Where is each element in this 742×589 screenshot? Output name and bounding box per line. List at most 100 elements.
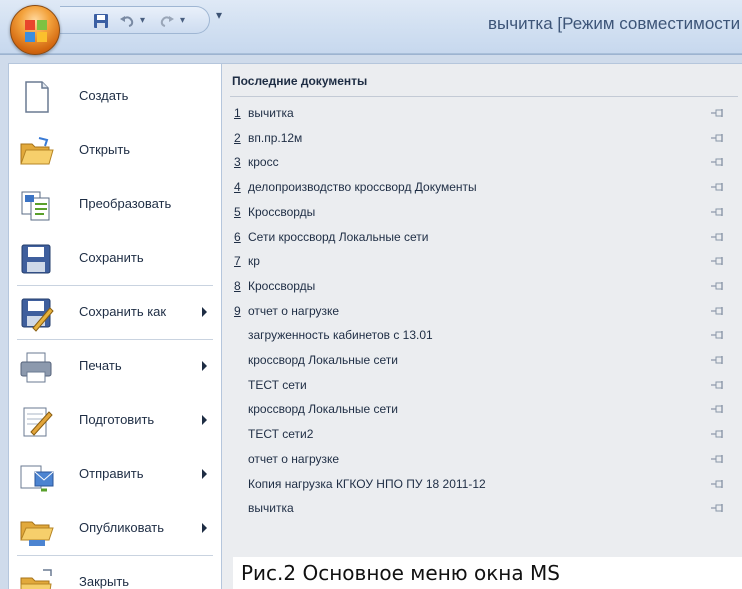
- recent-documents-header: Последние документы: [232, 74, 368, 88]
- recent-document-item[interactable]: 6 Сети кроссворд Локальные сети: [222, 226, 742, 250]
- publish-icon: [20, 521, 54, 546]
- figure-caption: Рис.2 Основное меню окна MS: [233, 557, 742, 589]
- pin-icon[interactable]: [711, 306, 725, 316]
- recent-document-item[interactable]: кроссворд Локальные сети: [222, 349, 742, 373]
- menu-item-publish[interactable]: Опубликовать: [9, 502, 221, 554]
- save-icon[interactable]: [92, 13, 110, 29]
- recent-document-number: 2: [234, 130, 241, 145]
- menu-commands-pane: Создать Открыть Преобразовать Сохранить Сохр…: [8, 63, 222, 589]
- recent-document-name: отчет о нагрузке: [248, 303, 340, 318]
- menu-item-label: Открыть: [79, 142, 131, 157]
- recent-document-name: ТЕСТ сети2: [248, 427, 314, 442]
- recent-document-item[interactable]: 3 кросс: [222, 151, 742, 175]
- customize-toolbar-icon[interactable]: ▾: [216, 8, 222, 22]
- menu-item-save-as[interactable]: Сохранить как: [9, 286, 221, 338]
- menu-item-close-folder[interactable]: Закрыть: [9, 556, 221, 589]
- recent-document-item[interactable]: 4 делопроизводство кроссворд Документы: [222, 176, 742, 200]
- recent-document-name: ТЕСТ сети: [248, 377, 307, 392]
- menu-item-convert[interactable]: Преобразовать: [9, 178, 221, 230]
- recent-document-name: отчет о нагрузке: [248, 451, 340, 466]
- recent-document-name: кроссворд Локальные сети: [248, 353, 398, 367]
- recent-document-item[interactable]: отчет о нагрузке: [222, 448, 742, 472]
- recent-document-item[interactable]: 7 кр: [222, 250, 742, 274]
- pin-icon[interactable]: [711, 503, 725, 513]
- menu-item-label: Закрыть: [79, 574, 130, 589]
- pin-icon[interactable]: [711, 256, 725, 266]
- recent-document-item[interactable]: 1 вычитка: [222, 102, 742, 126]
- undo-dropdown-icon[interactable]: ▾: [140, 15, 145, 26]
- submenu-arrow-icon: [202, 469, 207, 479]
- recent-document-number: 5: [234, 204, 241, 219]
- recent-document-number: 7: [234, 254, 241, 269]
- menu-item-label: Преобразовать: [79, 196, 172, 211]
- recent-document-item[interactable]: Копия нагрузка КГКОУ НПО ПУ 18 2011-12: [222, 473, 742, 497]
- redo-dropdown-icon[interactable]: ▾: [180, 15, 185, 26]
- pin-icon[interactable]: [711, 479, 725, 489]
- pin-icon[interactable]: [711, 108, 725, 118]
- pin-icon[interactable]: [711, 133, 725, 143]
- submenu-arrow-icon: [202, 523, 207, 533]
- new-document-icon: [25, 81, 49, 113]
- pin-icon[interactable]: [711, 330, 725, 340]
- recent-document-name: кросс: [248, 155, 279, 170]
- pin-icon[interactable]: [711, 404, 725, 414]
- menu-item-label: Подготовить: [79, 412, 155, 427]
- office-button[interactable]: [10, 5, 60, 55]
- menu-item-send[interactable]: Отправить: [9, 448, 221, 500]
- menu-item-new-document[interactable]: Создать: [9, 70, 221, 122]
- recent-document-number: 1: [234, 106, 241, 120]
- menu-item-prepare[interactable]: Подготовить: [9, 394, 221, 446]
- recent-document-number: 6: [234, 229, 241, 244]
- recent-document-name: Копия нагрузка КГКОУ НПО ПУ 18 2011-12: [248, 476, 486, 491]
- pin-icon[interactable]: [711, 207, 725, 217]
- recent-document-number: 4: [234, 180, 241, 195]
- pin-icon[interactable]: [711, 429, 725, 439]
- redo-icon[interactable]: [158, 13, 176, 29]
- recent-document-number: 3: [234, 155, 241, 170]
- recent-document-item[interactable]: ТЕСТ сети2: [222, 423, 742, 447]
- menu-item-save[interactable]: Сохранить: [9, 232, 221, 284]
- office-logo-icon: [25, 20, 47, 42]
- menu-item-label: Опубликовать: [79, 520, 165, 535]
- recent-document-name: Кроссворды: [248, 278, 316, 293]
- recent-document-name: вп.пр.12м: [248, 130, 303, 145]
- pin-icon[interactable]: [711, 182, 725, 192]
- print-icon: [20, 352, 52, 383]
- recent-document-item[interactable]: кроссворд Локальные сети: [222, 398, 742, 422]
- undo-icon[interactable]: [118, 13, 136, 29]
- recent-documents-pane: Последние документы 1 вычитка 2 вп.пр.12м 3 к…: [222, 63, 742, 589]
- open-folder-icon: [20, 137, 54, 165]
- pin-icon[interactable]: [711, 454, 725, 464]
- recent-document-name: делопроизводство кроссворд Документы: [248, 180, 477, 195]
- recent-document-item[interactable]: ТЕСТ сети: [222, 374, 742, 398]
- submenu-arrow-icon: [202, 361, 207, 371]
- recent-document-item[interactable]: 9 отчет о нагрузке: [222, 300, 742, 324]
- recent-document-name: кроссворд Локальные сети: [248, 402, 398, 417]
- pin-icon[interactable]: [711, 355, 725, 365]
- pin-icon[interactable]: [711, 380, 725, 390]
- office-menu: Создать Открыть Преобразовать Сохранить Сохр…: [0, 54, 742, 589]
- recent-document-name: вычитка: [248, 501, 294, 516]
- recent-document-item[interactable]: вычитка: [222, 497, 742, 521]
- recent-document-name: Кроссворды: [248, 204, 316, 219]
- menu-item-print[interactable]: Печать: [9, 340, 221, 392]
- recent-document-item[interactable]: 8 Кроссворды: [222, 275, 742, 299]
- recent-document-name: кр: [248, 254, 260, 269]
- recent-document-number: 8: [234, 278, 241, 293]
- close-folder-icon: [20, 569, 52, 589]
- menu-item-label: Печать: [79, 358, 122, 373]
- pin-icon[interactable]: [711, 281, 725, 291]
- convert-icon: [21, 191, 50, 221]
- pin-icon[interactable]: [711, 157, 725, 167]
- recent-document-item[interactable]: загруженность кабинетов с 13.01: [222, 324, 742, 348]
- quick-access-toolbar: ▾ ▾: [60, 6, 210, 34]
- pin-icon[interactable]: [711, 232, 725, 242]
- send-icon: [20, 465, 54, 492]
- recent-document-name: вычитка: [248, 106, 294, 120]
- submenu-arrow-icon: [202, 415, 207, 425]
- recent-document-item[interactable]: 5 Кроссворды: [222, 201, 742, 225]
- menu-item-label: Сохранить: [79, 250, 144, 265]
- recent-document-item[interactable]: 2 вп.пр.12м: [222, 127, 742, 151]
- submenu-arrow-icon: [202, 307, 207, 317]
- menu-item-open-folder[interactable]: Открыть: [9, 124, 221, 176]
